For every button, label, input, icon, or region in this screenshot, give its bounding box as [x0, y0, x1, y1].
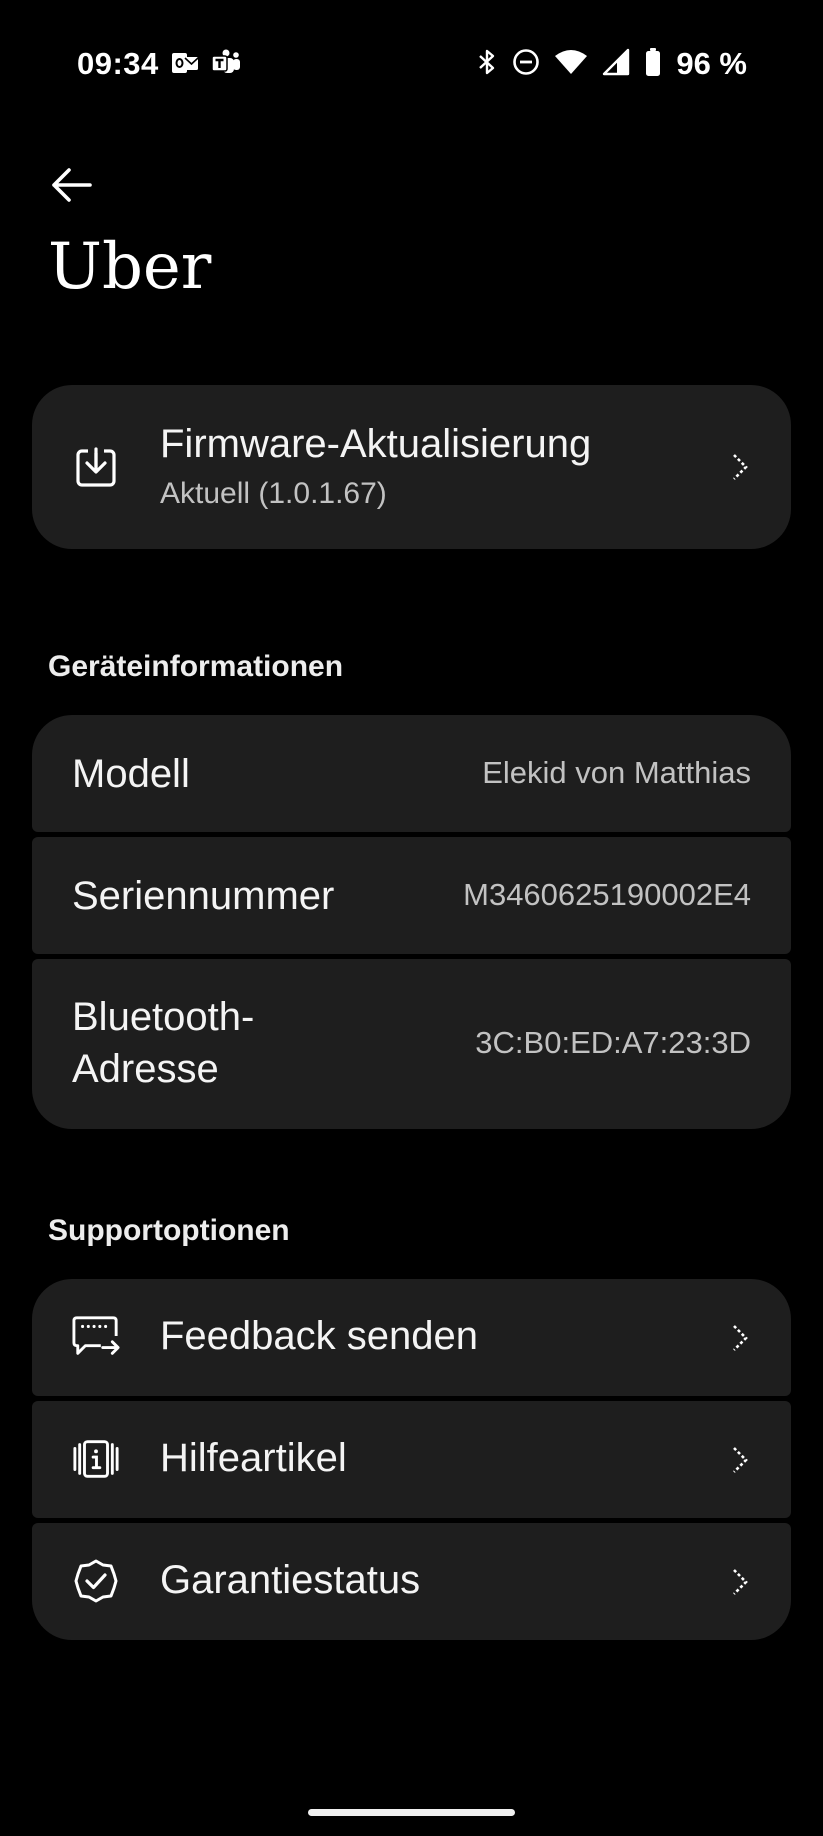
info-row-serial-number: Seriennummer M3460625190002E4 — [32, 837, 791, 954]
download-tray-icon — [72, 443, 120, 491]
bluetooth-icon — [476, 47, 498, 82]
info-label: Bluetooth- Adresse — [72, 991, 254, 1095]
info-row-bluetooth-address: Bluetooth- Adresse 3C:B0:ED:A7:23:3D — [32, 959, 791, 1129]
battery-icon — [644, 47, 662, 82]
page-title: Uber — [48, 230, 212, 304]
status-time: 09:34 — [77, 46, 159, 81]
support-item-label: Hilfeartikel — [160, 1436, 347, 1480]
info-label-line: Bluetooth- — [72, 995, 255, 1039]
cellular-signal-icon — [602, 48, 630, 81]
do-not-disturb-icon — [512, 48, 540, 81]
info-row-model: Modell Elekid von Matthias — [32, 715, 791, 832]
firmware-status: Aktuell (1.0.1.67) — [160, 477, 387, 510]
info-value: M3460625190002E4 — [463, 877, 751, 912]
back-button[interactable] — [44, 160, 98, 214]
teams-icon — [210, 48, 242, 83]
warranty-check-icon — [72, 1557, 120, 1605]
info-label-line: Adresse — [72, 1047, 219, 1091]
section-header-support: Supportoptionen — [48, 1214, 290, 1247]
firmware-title: Firmware-Aktualisierung — [160, 422, 592, 466]
wifi-icon — [554, 48, 588, 81]
home-gesture-bar[interactable] — [308, 1809, 515, 1816]
chevron-right-icon — [727, 1567, 753, 1597]
outlook-icon — [170, 48, 200, 83]
status-left-icons — [170, 48, 242, 83]
support-item-label: Garantiestatus — [160, 1558, 421, 1602]
support-item-label: Feedback senden — [160, 1314, 479, 1358]
support-item-help-articles[interactable]: Hilfeartikel — [32, 1401, 791, 1518]
status-right: 96 % — [476, 46, 747, 82]
chevron-right-icon — [727, 452, 753, 482]
firmware-update-row[interactable]: Firmware-Aktualisierung Aktuell (1.0.1.6… — [32, 385, 791, 549]
chevron-right-icon — [727, 1323, 753, 1353]
info-value: 3C:B0:ED:A7:23:3D — [475, 1025, 751, 1060]
arrow-left-icon — [48, 162, 94, 213]
section-header-device-info: Geräteinformationen — [48, 650, 344, 683]
feedback-icon — [72, 1313, 120, 1361]
info-label: Seriennummer — [72, 874, 335, 918]
info-value: Elekid von Matthias — [482, 755, 751, 790]
info-label: Modell — [72, 752, 190, 796]
support-item-feedback[interactable]: Feedback senden — [32, 1279, 791, 1396]
support-item-warranty-status[interactable]: Garantiestatus — [32, 1523, 791, 1640]
battery-percentage: 96 % — [676, 46, 747, 81]
chevron-right-icon — [727, 1445, 753, 1475]
status-bar: 09:34 96 % — [0, 0, 823, 130]
help-article-icon — [72, 1435, 120, 1483]
